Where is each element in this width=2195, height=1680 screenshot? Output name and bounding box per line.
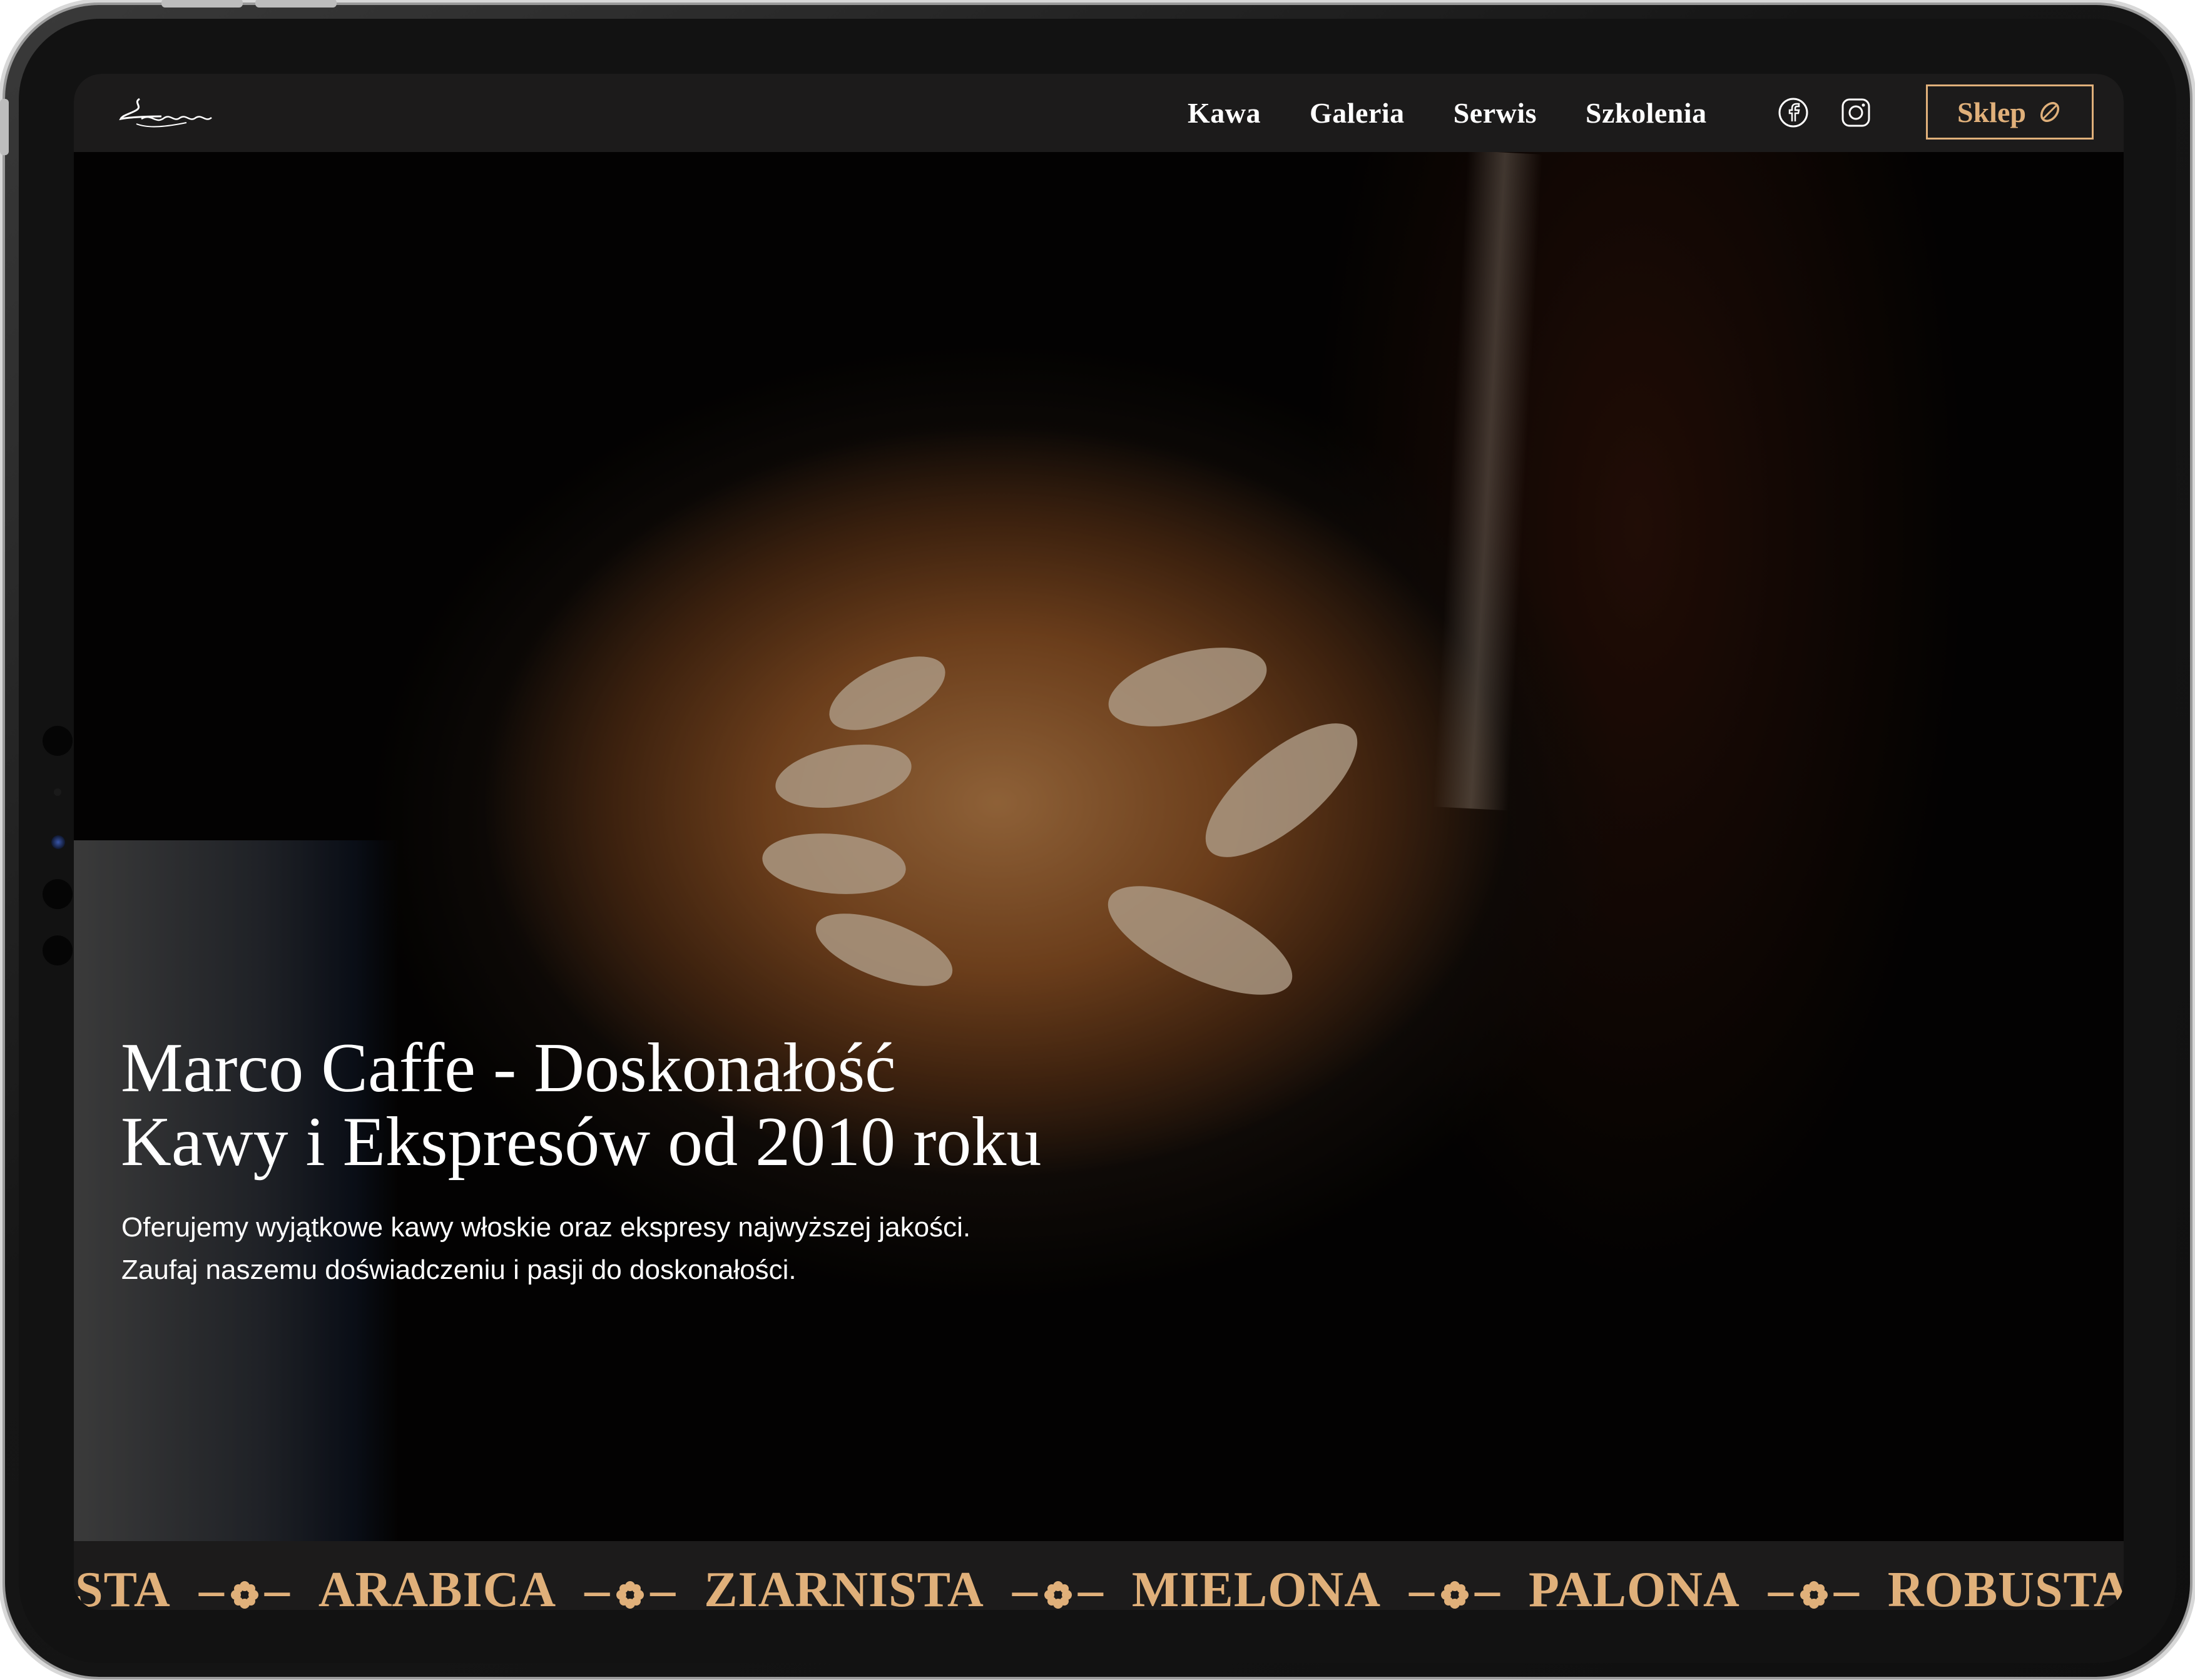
ticker-item: ARABICA [318,1562,557,1610]
camera-dot [43,935,73,965]
shop-button[interactable]: Sklep [1926,84,2094,140]
power-button [255,0,337,8]
flower-icon [1440,1581,1469,1609]
nav-links: Kawa Galeria Serwis Szkolenia [1188,74,1756,152]
hero-background-image [74,150,2124,1610]
shop-button-label: Sklep [1957,96,2026,128]
hero-title: Marco Caffe - Doskonałość Kawy i Ekspres… [121,1031,1310,1179]
top-navigation: Kawa Galeria Serwis Szkolenia Sklep [74,74,2124,152]
hero-subtitle-line-2: Zaufaj naszemu doświadczeniu i pasji do … [121,1255,797,1285]
nav-link-kawa[interactable]: Kawa [1188,96,1261,130]
camera-lens [51,835,65,849]
ticker-separator: – – [1408,1562,1500,1610]
camera-dot [43,726,73,756]
ticker-item: ROBUSTA [1887,1562,2124,1610]
ticker-item: MIELONA [1131,1562,1381,1610]
side-button [0,99,9,155]
coffee-bean-icon [2040,102,2060,122]
ticker-track: ISTA –– ARABICA –– ZIARNISTA –– MIELONA … [74,1565,2124,1610]
nav-link-serwis[interactable]: Serwis [1454,96,1537,130]
instagram-icon[interactable] [1840,96,1872,129]
ticker-item: ZIARNISTA [704,1562,984,1610]
marco-caffe-logo[interactable] [118,88,218,138]
ticker-separator: – – [584,1562,676,1610]
flower-icon [616,1581,644,1609]
sensor-dot [54,788,61,796]
ticker-item: PALONA [1528,1562,1740,1610]
flower-icon [1800,1581,1828,1609]
website-screen: Kawa Galeria Serwis Szkolenia Sklep Marc… [74,74,2124,1610]
volume-button [161,0,243,8]
flower-icon [1044,1581,1072,1609]
ticker-separator: – – [198,1562,290,1610]
hero-overlay [74,152,2124,1610]
hero-title-line-1: Marco Caffe - Doskonałość [121,1029,896,1107]
nav-link-galeria[interactable]: Galeria [1310,96,1405,130]
flower-icon [230,1581,258,1609]
facebook-icon[interactable] [1777,96,1810,129]
camera-dot [43,879,73,909]
coffee-types-ticker: ISTA –– ARABICA –– ZIARNISTA –– MIELONA … [74,1541,2124,1610]
hero-subtitle: Oferujemy wyjątkowe kawy włoskie oraz ek… [121,1206,1310,1291]
ticker-separator: – – [1012,1562,1104,1610]
hero-title-line-2: Kawy i Ekspresów od 2010 roku [121,1103,1042,1181]
ticker-item: ISTA [74,1562,171,1610]
ticker-separator: – – [1768,1562,1860,1610]
hero-subtitle-line-1: Oferujemy wyjątkowe kawy włoskie oraz ek… [121,1212,971,1243]
nav-link-szkolenia[interactable]: Szkolenia [1586,96,1707,130]
